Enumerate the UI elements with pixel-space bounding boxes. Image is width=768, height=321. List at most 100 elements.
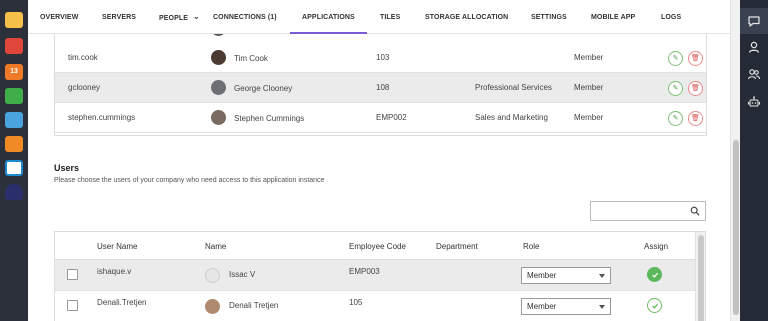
role-cell: Member: [574, 83, 604, 92]
users-icon: [747, 69, 761, 80]
bot-button[interactable]: [740, 89, 768, 115]
table-row: Denali.Tretjen Denali Tretjen 105 Member: [55, 291, 695, 321]
page-scrollbar[interactable]: [730, 0, 740, 321]
tab-connections[interactable]: CONNECTIONS (1): [213, 0, 277, 34]
pencil-icon: ✎: [672, 115, 679, 122]
users-table-header: User Name Name Employee Code Department …: [55, 232, 695, 260]
calendar-app-icon[interactable]: 13: [5, 64, 23, 80]
code-cell: EMP002: [376, 113, 407, 122]
right-rail: [740, 0, 768, 321]
tab-logs[interactable]: LOGS: [661, 0, 681, 34]
role-select-value: Member: [527, 302, 557, 311]
trash-icon: 🗑: [691, 85, 700, 92]
tab-people[interactable]: PEOPLE ⌄: [159, 0, 200, 34]
caret-down-icon: [599, 274, 605, 278]
tab-overview[interactable]: OVERVIEW: [40, 0, 78, 34]
username-cell: tim.cook: [68, 53, 98, 62]
edit-button[interactable]: ✎: [668, 81, 683, 96]
mail-app-icon[interactable]: [5, 38, 23, 54]
users-section-subtitle: Please choose the users of your company …: [54, 177, 325, 184]
header-role: Role: [523, 242, 540, 251]
table-row: gclooney George Clooney 108 Professional…: [55, 73, 706, 103]
code-cell: 105: [349, 298, 363, 307]
groups-button[interactable]: [740, 61, 768, 87]
app-dock: 13: [0, 0, 28, 321]
search-icon: [690, 206, 700, 216]
robot-icon: [747, 96, 761, 107]
delete-button[interactable]: 🗑: [688, 51, 703, 66]
avatar: [205, 299, 220, 314]
role-select[interactable]: Member: [521, 267, 611, 284]
header-username: User Name: [97, 242, 138, 251]
assign-toggle[interactable]: [647, 298, 662, 313]
table-scrollbar-thumb[interactable]: [698, 235, 704, 321]
wave-app-icon[interactable]: [5, 160, 23, 176]
pencil-icon: ✎: [672, 85, 679, 92]
name-cell: Tim Cook: [234, 54, 268, 63]
users-section-title: Users: [54, 163, 80, 173]
username-cell: ishaque.v: [97, 267, 132, 276]
role-select[interactable]: Member: [521, 298, 611, 315]
assign-toggle[interactable]: [647, 267, 662, 282]
admin-page: OVERVIEW SERVERS PEOPLE ⌄ CONNECTIONS (1)…: [28, 0, 740, 321]
caret-down-icon: [599, 305, 605, 309]
code-cell: 103: [376, 53, 390, 62]
name-cell: Issac V: [229, 270, 256, 279]
avatar: [211, 50, 226, 65]
check-icon: [651, 272, 658, 278]
header-name: Name: [205, 242, 227, 251]
header-employee-code: Employee Code: [349, 242, 406, 251]
chat-button[interactable]: [740, 8, 768, 34]
avatar: [211, 80, 226, 95]
avatar: [205, 268, 220, 283]
tab-people-label: PEOPLE: [159, 15, 188, 22]
draw-app-icon[interactable]: [5, 136, 23, 152]
department-cell: Sales and Marketing: [475, 113, 548, 122]
username-cell: gclooney: [68, 83, 101, 92]
code-cell: EMP003: [349, 267, 380, 276]
photo-app-icon[interactable]: [5, 112, 23, 128]
header-assign: Assign: [644, 242, 669, 251]
table-row: stephen.cummings Stephen Cummings EMP002…: [55, 103, 706, 133]
tab-mobile-app[interactable]: MOBILE APP: [591, 0, 635, 34]
profile-button[interactable]: [740, 34, 768, 60]
page-scrollbar-thumb[interactable]: [733, 140, 739, 315]
tab-storage-allocation[interactable]: STORAGE ALLOCATION: [425, 0, 508, 34]
row-select-checkbox[interactable]: [67, 269, 78, 280]
delete-button[interactable]: 🗑: [688, 81, 703, 96]
name-cell: Denali Tretjen: [229, 301, 279, 310]
name-cell: George Clooney: [234, 84, 293, 93]
role-select-value: Member: [527, 271, 557, 280]
role-cell: Member: [574, 113, 604, 122]
top-navigation: OVERVIEW SERVERS PEOPLE ⌄ CONNECTIONS (1)…: [28, 0, 730, 34]
chevron-down-icon: ⌄: [193, 12, 200, 21]
table-row: tim.cook Tim Cook 103 Member ✎ 🗑: [55, 43, 706, 73]
tab-servers[interactable]: SERVERS: [102, 0, 136, 34]
tab-applications[interactable]: APPLICATIONS: [290, 0, 367, 34]
header-department: Department: [436, 242, 478, 251]
trash-icon: 🗑: [691, 55, 700, 62]
chat-bubble-icon: [748, 16, 760, 27]
table-row: ishaque.v Issac V EMP003 Member: [55, 260, 695, 291]
tab-tiles[interactable]: TILES: [380, 0, 400, 34]
role-cell: Member: [574, 53, 604, 62]
notes-app-icon[interactable]: [5, 12, 23, 28]
avatar: [211, 110, 226, 125]
code-cell: 108: [376, 83, 390, 92]
tab-settings[interactable]: SETTINGS: [531, 0, 567, 34]
trash-icon: 🗑: [691, 115, 700, 122]
arc-app-icon[interactable]: [5, 184, 23, 200]
user-search-input[interactable]: [590, 201, 706, 221]
department-cell: Professional Services: [475, 83, 552, 92]
users-table: User Name Name Employee Code Department …: [54, 231, 706, 321]
table-scrollbar[interactable]: [695, 232, 705, 321]
delete-button[interactable]: 🗑: [688, 111, 703, 126]
row-select-checkbox[interactable]: [67, 300, 78, 311]
check-icon: [651, 303, 658, 309]
name-cell: Stephen Cummings: [234, 114, 305, 123]
pencil-icon: ✎: [672, 55, 679, 62]
members-table: tim.cook Tim Cook 103 Member ✎ 🗑 gcloone…: [54, 26, 707, 136]
edit-button[interactable]: ✎: [668, 51, 683, 66]
list-app-icon[interactable]: [5, 88, 23, 104]
edit-button[interactable]: ✎: [668, 111, 683, 126]
